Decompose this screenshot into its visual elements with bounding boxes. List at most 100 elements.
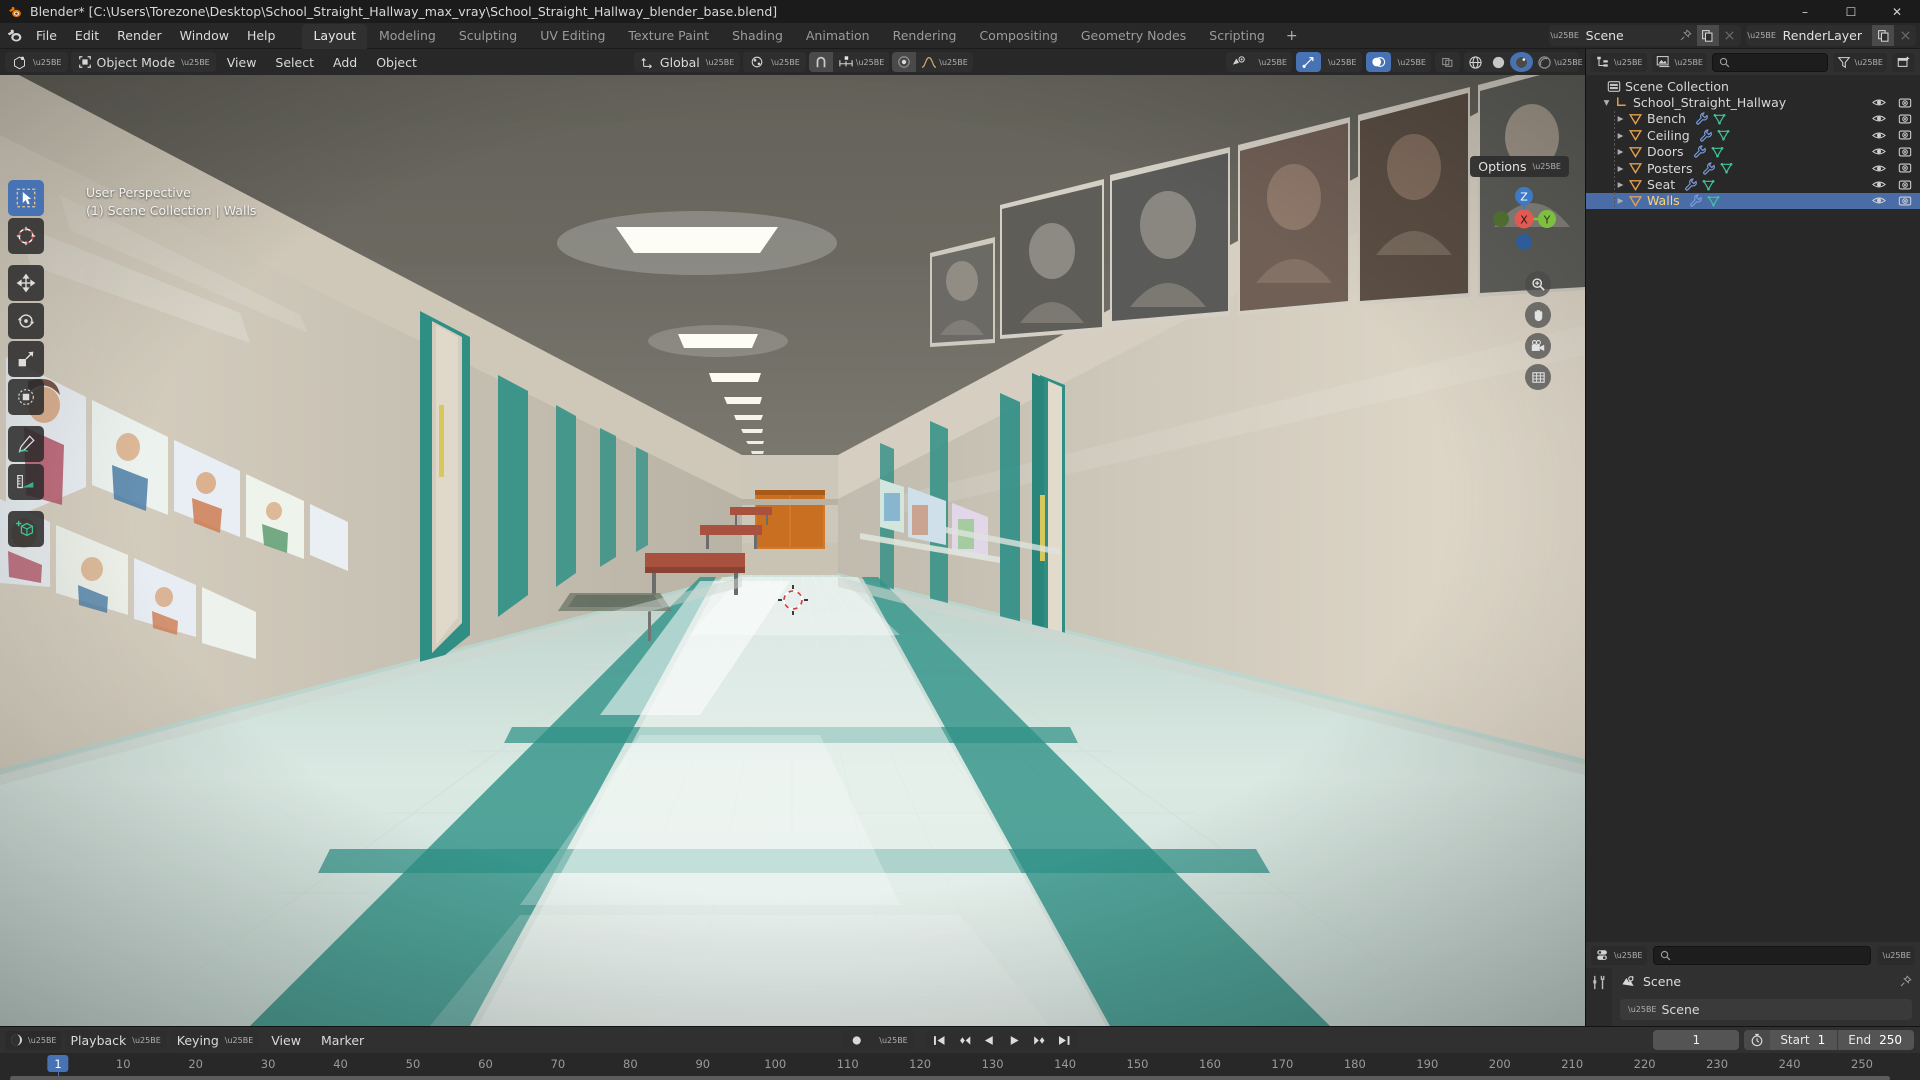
disclosure-triangle[interactable]: ▶ [1614, 164, 1627, 173]
workspace-tab-compositing[interactable]: Compositing [968, 24, 1068, 49]
outliner-row-walls[interactable]: ▶ Walls [1586, 192, 1920, 210]
rotate-tool[interactable] [8, 303, 44, 339]
properties-options-chevron-icon[interactable]: \u25BE [1876, 945, 1915, 965]
workspace-tab-geometry-nodes[interactable]: Geometry Nodes [1070, 24, 1197, 49]
start-frame-value[interactable]: 1 [1816, 1033, 1838, 1047]
scene-icon[interactable]: \u25BE [1548, 25, 1579, 46]
viewlayer-selector[interactable]: \u25BE RenderLayer [1745, 25, 1916, 46]
new-collection-icon[interactable] [1892, 52, 1915, 72]
mesh-data-icon[interactable] [1717, 129, 1730, 141]
falloff-smooth-icon[interactable]: \u25BE [916, 52, 973, 72]
workspace-tab-sculpting[interactable]: Sculpting [448, 24, 528, 49]
jump-to-start-button[interactable] [927, 1030, 952, 1050]
pivot-point-selector[interactable]: \u25BE [743, 52, 806, 72]
new-scene-copy-icon[interactable] [1696, 25, 1719, 46]
shading-rendered-icon[interactable] [1533, 52, 1556, 72]
jump-to-prev-keyframe-button[interactable] [952, 1030, 977, 1050]
pin-icon[interactable] [1674, 25, 1697, 46]
disclosure-triangle[interactable]: ▶ [1614, 147, 1627, 156]
timeline-menu-keying[interactable]: Keying \u25BE [170, 1030, 260, 1050]
snap-target-selector[interactable]: \u25BE [833, 52, 890, 72]
magnet-icon[interactable] [808, 52, 833, 72]
interaction-mode-selector[interactable]: Object Mode \u25BE [70, 52, 216, 72]
scale-tool[interactable] [8, 341, 44, 377]
timeline-ruler[interactable]: 1 10 20 30 40 50 60 70 80 90 100 110 120 130 140 150 16… [0, 1053, 1920, 1080]
shading-dropdown[interactable]: \u25BE [1554, 52, 1583, 72]
new-viewlayer-copy-icon[interactable] [1872, 25, 1894, 46]
xray-icon[interactable] [1435, 52, 1460, 72]
properties-search-input[interactable] [1675, 948, 1864, 962]
modifier-icon[interactable] [1699, 129, 1712, 142]
menu-edit[interactable]: Edit [66, 25, 108, 46]
timeline-menu-playback[interactable]: Playback \u25BE [64, 1030, 167, 1050]
modifier-icon[interactable] [1693, 145, 1706, 158]
zoom-icon[interactable] [1525, 271, 1551, 297]
outliner-search-input[interactable] [1735, 55, 1821, 69]
workspace-tab-modeling[interactable]: Modeling [368, 24, 447, 49]
timeline-menu-marker[interactable]: Marker [313, 1030, 372, 1050]
outliner-row-seat[interactable]: ▶ Seat [1586, 176, 1920, 193]
tweak-tool[interactable] [8, 180, 44, 216]
eye-icon[interactable] [1872, 130, 1886, 141]
menu-window[interactable]: Window [171, 25, 238, 46]
timeline-scrollbar[interactable] [0, 1076, 1920, 1080]
outliner-row-bench[interactable]: ▶ Bench [1586, 110, 1920, 128]
viewport-menu-add[interactable]: Add [325, 52, 365, 72]
filter-funnel-icon[interactable]: \u25BE [1832, 52, 1887, 72]
object-visibility-icon[interactable] [1226, 52, 1252, 72]
outliner-row-doors[interactable]: ▶ Doors [1586, 143, 1920, 160]
filter-id-icon[interactable]: \u25BE [1651, 52, 1707, 72]
editor-type-properties-icon[interactable]: \u25BE [1591, 945, 1647, 965]
eye-icon[interactable] [1872, 97, 1886, 108]
measure-tool[interactable] [8, 464, 44, 500]
pin-icon[interactable] [1899, 975, 1912, 988]
eye-icon[interactable] [1872, 163, 1886, 174]
outliner-tree[interactable]: Scene Collection ▼ School_Straight_Hallway… [1586, 75, 1920, 942]
jump-to-end-button[interactable] [1052, 1030, 1077, 1050]
scene-selector[interactable]: \u25BE Scene [1548, 25, 1741, 46]
viewport-menu-view[interactable]: View [219, 52, 265, 72]
end-frame-value[interactable]: 250 [1877, 1033, 1914, 1047]
annotate-tool[interactable] [8, 426, 44, 462]
3d-viewport[interactable]: User Perspective (1) Scene Collection | … [0, 75, 1585, 1026]
editor-type-timeline-icon[interactable]: \u25BE [5, 1030, 61, 1050]
camera-render-icon[interactable] [1898, 129, 1912, 141]
transform-orientation-selector[interactable]: Global \u25BE [633, 52, 741, 72]
modifier-icon[interactable] [1689, 194, 1702, 208]
add-workspace-button[interactable]: + [1277, 25, 1307, 47]
gizmo-icon[interactable] [1296, 52, 1321, 72]
modifier-icon[interactable] [1684, 178, 1698, 191]
use-preview-range-icon[interactable] [1744, 1030, 1771, 1050]
overlays-dropdown[interactable]: \u25BE [1391, 52, 1432, 72]
camera-render-icon[interactable] [1898, 162, 1912, 174]
timeline-menu-view[interactable]: View [263, 1030, 309, 1050]
play-button[interactable] [1002, 1030, 1027, 1050]
object-visibility-dropdown[interactable]: \u25BE [1252, 52, 1293, 72]
eye-icon[interactable] [1872, 179, 1886, 190]
outliner-row-school_straight_hallway[interactable]: ▼ School_Straight_Hallway [1586, 94, 1920, 110]
window-maximize-button[interactable]: ☐ [1828, 0, 1874, 23]
mesh-data-icon[interactable] [1711, 146, 1724, 158]
menu-file[interactable]: File [27, 25, 66, 46]
camera-view-icon[interactable] [1525, 333, 1551, 359]
modifier-icon[interactable] [1702, 162, 1715, 175]
proportional-edit-icon[interactable] [892, 52, 917, 72]
scene-panel-header[interactable]: \u25BE Scene [1620, 999, 1912, 1020]
unlink-scene-icon[interactable] [1718, 25, 1741, 46]
workspace-tab-scripting[interactable]: Scripting [1198, 24, 1276, 49]
viewlayer-name[interactable]: RenderLayer [1775, 25, 1872, 46]
menu-render[interactable]: Render [108, 25, 171, 46]
gizmo-dropdown[interactable]: \u25BE [1321, 52, 1362, 72]
mesh-data-icon[interactable] [1713, 113, 1726, 125]
shading-solid-icon[interactable] [1487, 52, 1510, 72]
shading-material-preview-icon[interactable] [1510, 52, 1533, 72]
navigation-gizmo[interactable]: Z Y X [1485, 180, 1563, 258]
disclosure-triangle[interactable]: ▶ [1614, 196, 1627, 205]
disclosure-triangle[interactable]: ▶ [1614, 114, 1627, 123]
auto-keying-dropdown[interactable]: \u25BE [870, 1030, 915, 1050]
add-cube-tool[interactable] [8, 511, 44, 547]
mesh-data-icon[interactable] [1707, 195, 1720, 207]
editor-type-3dview-icon[interactable]: \u25BE [5, 52, 68, 72]
camera-render-icon[interactable] [1898, 97, 1912, 109]
shading-wireframe-icon[interactable] [1464, 52, 1487, 72]
